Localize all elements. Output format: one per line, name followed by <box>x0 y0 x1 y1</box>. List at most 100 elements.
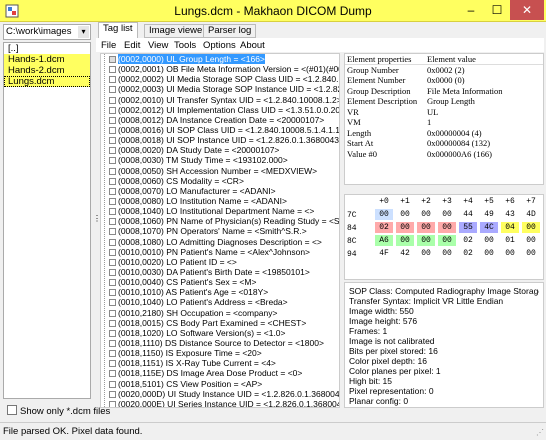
resize-grip-icon[interactable]: ⋰ <box>536 428 544 437</box>
tag-row[interactable]: (0008,0050) SH Accession Number = <MEDXV… <box>101 166 339 176</box>
file-item-parent[interactable]: [..] <box>4 43 90 54</box>
file-item[interactable]: Hands-2.dcm <box>4 65 90 76</box>
hex-dump-grid[interactable]: +0 +1 +2 +3 +4 +5 +6 +7 7C 00 00 00 00 44 49 43 4D 84 02 00… <box>344 194 544 280</box>
hex-byte-cell[interactable]: 4C <box>480 222 498 233</box>
property-row[interactable]: Group Number 0x0002 (2) <box>345 65 543 76</box>
menu-tools[interactable]: Tools <box>174 40 196 51</box>
hex-byte-cell[interactable]: 00 <box>396 222 414 233</box>
tag-row[interactable]: (0008,0070) LO Manufacturer = <ADANI> <box>101 186 339 196</box>
hex-byte-cell[interactable]: 44 <box>459 209 477 220</box>
file-item-selected[interactable]: Lungs.dcm <box>4 76 90 87</box>
tab-parser-log[interactable]: Parser log <box>203 24 257 38</box>
hex-byte-cell[interactable]: 02 <box>459 235 477 246</box>
hex-byte-cell[interactable]: 00 <box>438 235 456 246</box>
menu-options[interactable]: Options <box>203 40 236 51</box>
title-bar[interactable]: Lungs.dcm - Makhaon DICOM Dump – ☐ ✕ <box>0 0 546 22</box>
tag-row[interactable]: (0008,1060) PN Name of Physician(s) Read… <box>101 216 339 226</box>
tag-row[interactable]: (0018,1020) LO Software Version(s) = <1.… <box>101 328 339 338</box>
tag-row[interactable]: (0010,0010) PN Patient's Name = <Alex^Jo… <box>101 247 339 257</box>
hex-byte-cell[interactable]: 00 <box>417 222 435 233</box>
property-row[interactable]: Value #0 0x000000A6 (166) <box>345 149 543 160</box>
tag-row[interactable]: (0002,0010) UI Transfer Syntax UID = <1.… <box>101 95 339 105</box>
property-row[interactable]: Element Description Group Length <box>345 96 543 107</box>
menu-file[interactable]: File <box>101 40 116 51</box>
property-row[interactable]: Group Description File Meta Information <box>345 86 543 97</box>
tag-row[interactable]: (0010,0040) CS Patient's Sex = <M> <box>101 277 339 287</box>
tag-row[interactable]: (0008,1070) PN Operators' Name = <Smith^… <box>101 226 339 236</box>
tag-row[interactable]: (0018,1150) IS Exposure Time = <20> <box>101 348 339 358</box>
tag-row[interactable]: (0010,1040) LO Patient's Address = <Bred… <box>101 297 339 307</box>
path-combobox[interactable]: C:\work\images ▾ <box>3 24 91 40</box>
hex-byte-cell[interactable]: 00 <box>501 248 519 259</box>
tag-row[interactable]: (0008,1040) LO Institutional Department … <box>101 206 339 216</box>
menu-view[interactable]: View <box>148 40 168 51</box>
tag-row[interactable]: (0002,0012) UI Implementation Class UID … <box>101 105 339 115</box>
tag-row[interactable]: (0002,0003) UI Media Storage SOP Instanc… <box>101 84 339 94</box>
hex-byte-cell[interactable]: A6 <box>375 235 393 246</box>
maximize-button[interactable]: ☐ <box>484 0 510 20</box>
tag-row[interactable]: (0002,0001) OB File Meta Information Ver… <box>101 64 339 74</box>
hex-byte-cell[interactable]: 00 <box>438 248 456 259</box>
hex-byte-cell[interactable]: 02 <box>459 248 477 259</box>
tag-row[interactable]: (0008,0030) TM Study Time = <193102.000> <box>101 155 339 165</box>
tag-row[interactable]: (0008,1080) LO Admitting Diagnoses Descr… <box>101 237 339 247</box>
hex-byte-cell[interactable]: 00 <box>417 209 435 220</box>
hex-byte-cell[interactable]: 4D <box>522 209 540 220</box>
tab-image-viewer[interactable]: Image viewer <box>144 24 211 38</box>
hex-byte-cell[interactable]: 00 <box>480 235 498 246</box>
property-row[interactable]: Length 0x00000004 (4) <box>345 128 543 139</box>
file-list[interactable]: [..] Hands-1.dcm Hands-2.dcm Lungs.dcm <box>3 42 91 399</box>
property-row[interactable]: Start At 0x00000084 (132) <box>345 138 543 149</box>
tag-row[interactable]: (0008,0016) UI SOP Class UID = <1.2.840.… <box>101 125 339 135</box>
hex-byte-cell[interactable]: 00 <box>396 235 414 246</box>
hex-byte-cell[interactable]: 02 <box>375 222 393 233</box>
tab-tag-list[interactable]: Tag list <box>98 22 138 38</box>
hex-byte-cell[interactable]: 00 <box>438 222 456 233</box>
property-row[interactable]: VR UL <box>345 107 543 118</box>
tag-row[interactable]: (0010,1010) AS Patient's Age = <018Y> <box>101 287 339 297</box>
tag-row[interactable]: (0020,000D) UI Study Instance UID = <1.2… <box>101 389 339 399</box>
hex-byte-cell[interactable]: 00 <box>480 248 498 259</box>
tag-row[interactable]: (0008,0020) DA Study Date = <20000107> <box>101 145 339 155</box>
tag-row[interactable]: (0008,0012) DA Instance Creation Date = … <box>101 115 339 125</box>
menu-edit[interactable]: Edit <box>124 40 140 51</box>
checkbox-box[interactable] <box>7 405 17 415</box>
hex-byte-cell[interactable]: 55 <box>459 222 477 233</box>
hex-byte-cell[interactable]: 43 <box>501 209 519 220</box>
tag-row[interactable]: (0018,5101) CS View Position = <AP> <box>101 379 339 389</box>
left-splitter[interactable]: ⋮ <box>92 24 101 419</box>
file-item[interactable]: Hands-1.dcm <box>4 54 90 65</box>
hex-byte-cell[interactable]: 00 <box>522 222 540 233</box>
hex-byte-cell[interactable]: 00 <box>522 235 540 246</box>
hex-byte-cell[interactable]: 04 <box>501 222 519 233</box>
tag-tree[interactable]: (0002,0000) UL Group Length = <166> (0002… <box>100 53 340 408</box>
hex-byte-cell[interactable]: 42 <box>396 248 414 259</box>
tag-row[interactable]: (0010,0020) LO Patient ID = <> <box>101 257 339 267</box>
tag-row[interactable]: (0008,0018) UI SOP Instance UID = <1.2.8… <box>101 135 339 145</box>
close-button[interactable]: ✕ <box>510 0 544 20</box>
hex-byte-cell[interactable]: 00 <box>375 209 393 220</box>
tag-row[interactable]: (0008,0080) LO Institution Name = <ADANI… <box>101 196 339 206</box>
tag-row[interactable]: (0010,0030) DA Patient's Birth Date = <1… <box>101 267 339 277</box>
tag-row[interactable]: (0018,1151) IS X-Ray Tube Current = <4> <box>101 358 339 368</box>
tag-row[interactable]: (0018,0015) CS Body Part Examined = <CHE… <box>101 318 339 328</box>
tag-row-selected[interactable]: (0002,0000) UL Group Length = <166> <box>101 54 339 64</box>
menu-about[interactable]: About <box>240 40 265 51</box>
tag-row[interactable]: (0008,0060) CS Modality = <CR> <box>101 176 339 186</box>
hex-byte-cell[interactable]: 00 <box>396 209 414 220</box>
tag-row[interactable]: (0018,1110) DS Distance Source to Detect… <box>101 338 339 348</box>
property-row[interactable]: Element Number 0x0000 (0) <box>345 75 543 86</box>
tag-row[interactable]: (0018,115E) DS Image Area Dose Product =… <box>101 368 339 378</box>
hex-byte-cell[interactable]: 00 <box>417 248 435 259</box>
tag-row[interactable]: (0020,000E) UI Series Instance UID = <1.… <box>101 399 339 407</box>
property-row[interactable]: VM 1 <box>345 117 543 128</box>
hex-byte-cell[interactable]: 4F <box>375 248 393 259</box>
hex-byte-cell[interactable]: 49 <box>480 209 498 220</box>
tag-row[interactable]: (0010,2180) SH Occupation = <company> <box>101 308 339 318</box>
hex-byte-cell[interactable]: 00 <box>417 235 435 246</box>
hex-byte-cell[interactable]: 00 <box>438 209 456 220</box>
hex-byte-cell[interactable]: 01 <box>501 235 519 246</box>
minimize-button[interactable]: – <box>458 0 484 20</box>
hex-byte-cell[interactable]: 00 <box>522 248 540 259</box>
chevron-down-icon[interactable]: ▾ <box>78 26 89 38</box>
